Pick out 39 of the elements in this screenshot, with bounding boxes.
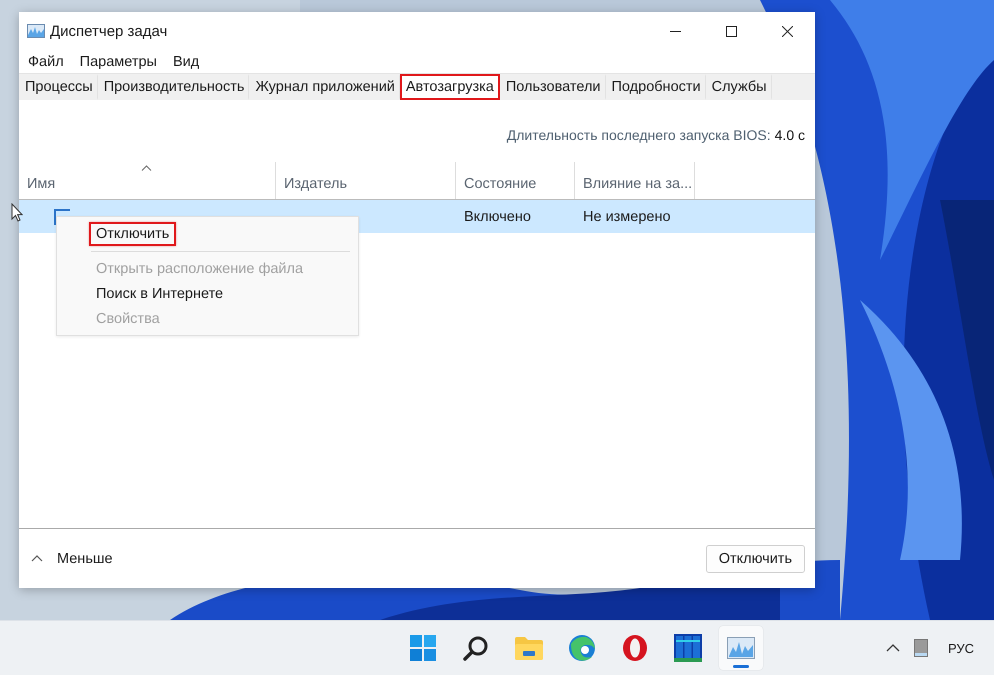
bios-duration-label: Длительность последнего запуска BIOS: bbox=[506, 127, 771, 145]
caret-icon bbox=[31, 555, 43, 562]
column-header[interactable]: Издатель bbox=[276, 162, 456, 199]
chart-icon bbox=[727, 637, 755, 659]
menu-item[interactable]: Поиск в Интернете bbox=[89, 282, 230, 306]
menu-item[interactable]: Параметры bbox=[72, 52, 165, 72]
sort-caret-icon bbox=[141, 165, 152, 171]
menu-item[interactable]: Вид bbox=[164, 52, 208, 72]
ring-icon bbox=[622, 634, 648, 662]
bios-duration-value: 4.0 с bbox=[774, 127, 805, 145]
cursor-icon bbox=[11, 203, 23, 223]
tab[interactable]: Автозагрузка bbox=[400, 74, 500, 100]
disable-button[interactable]: Отключить bbox=[706, 544, 805, 572]
column-header[interactable]: Имя bbox=[19, 162, 276, 199]
tab[interactable]: Подробности bbox=[606, 74, 706, 100]
tab[interactable]: Пользователи bbox=[500, 74, 606, 100]
active-indicator bbox=[733, 665, 749, 668]
chart-icon bbox=[27, 24, 45, 38]
window-title: Диспетчер задач bbox=[50, 22, 168, 40]
column-header[interactable]: Влияние на за... bbox=[575, 162, 695, 199]
tab[interactable]: Службы bbox=[706, 74, 772, 100]
column-header[interactable]: Состояние bbox=[456, 162, 575, 199]
search-icon bbox=[463, 635, 489, 661]
maximize-icon bbox=[726, 26, 736, 36]
browser-icon bbox=[568, 634, 596, 662]
table-cell: Включено bbox=[464, 208, 531, 224]
fewer-details-toggle[interactable]: Меньше bbox=[31, 550, 113, 566]
tab[interactable]: Процессы bbox=[19, 74, 98, 100]
windows-logo-icon bbox=[410, 635, 436, 661]
tablet-icon[interactable] bbox=[914, 639, 928, 657]
language-indicator[interactable]: РУС bbox=[948, 640, 974, 656]
menu-item[interactable]: Файл bbox=[20, 52, 72, 72]
tab[interactable]: Производительность bbox=[98, 74, 250, 100]
equalizer-icon bbox=[674, 634, 702, 662]
close-icon bbox=[782, 26, 792, 36]
folder-icon bbox=[515, 636, 543, 660]
caret-icon[interactable] bbox=[886, 644, 900, 652]
table-cell: Не измерено bbox=[583, 208, 671, 224]
menu-item[interactable]: Отключить bbox=[89, 222, 176, 246]
